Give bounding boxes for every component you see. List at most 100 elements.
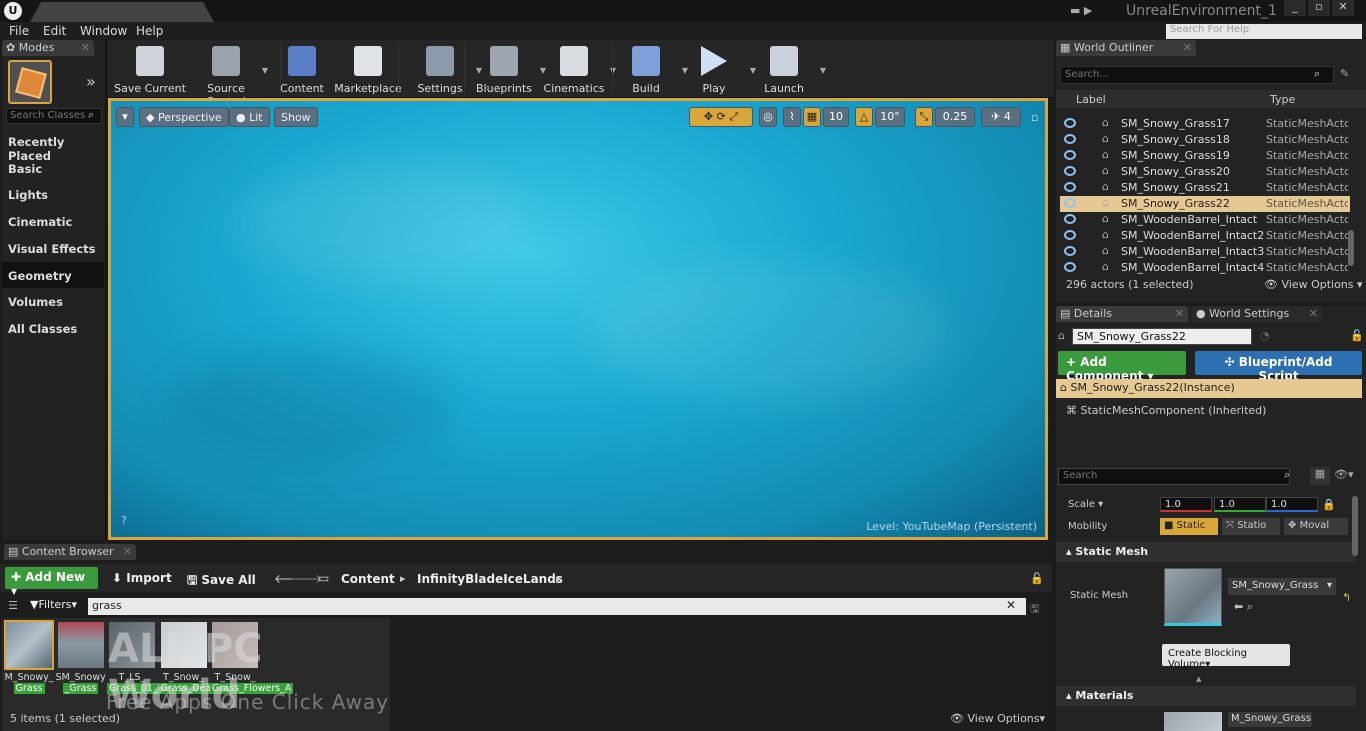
import-button[interactable]: ⬇ Import (112, 571, 172, 585)
material-thumbnail[interactable] (1164, 712, 1222, 731)
scale-snap-icon[interactable]: ⤡ (915, 107, 933, 127)
scale-y-field[interactable]: 1.0 (1214, 497, 1266, 512)
minimize-icon[interactable]: _ (1284, 0, 1306, 16)
maximize-viewport-icon[interactable]: ▫ (1031, 111, 1038, 124)
outliner-row[interactable]: ⌂ SM_WoodenBarrel_Intact4 StaticMeshActor (1060, 260, 1350, 276)
outliner-row[interactable]: ⌂ SM_Snowy_Grass18 StaticMeshActor (1060, 132, 1350, 148)
type-column-header[interactable]: Type (1270, 93, 1295, 106)
details-lock-icon[interactable]: 🔓 (1350, 329, 1364, 342)
asset-thumbnail[interactable] (4, 620, 54, 670)
breadcrumb-infinitybladeicelands[interactable]: InfinityBladeIceLands (417, 572, 563, 586)
blueprint-add-script-button[interactable]: ✣ Blueprint/Add Script (1195, 351, 1362, 383)
perspective-button[interactable]: ◆ Perspective (139, 107, 229, 127)
visibility-eye-icon[interactable] (1064, 150, 1076, 160)
visibility-icon[interactable]: 👁▾ (1334, 468, 1354, 481)
viewport-options-icon[interactable]: ▾ (116, 107, 134, 127)
outliner-row[interactable]: ⌂ SM_Snowy_Grass17 StaticMeshActor (1060, 116, 1350, 132)
scale-z-field[interactable]: 1.0 (1266, 497, 1318, 512)
lit-button[interactable]: ● Lit (229, 107, 270, 127)
outliner-row[interactable]: ⌂ SM_WoodenBarrel_Intact2 StaticMeshActor (1060, 228, 1350, 244)
rotation-snap-value[interactable]: 10° (875, 107, 905, 127)
visibility-eye-icon[interactable] (1064, 246, 1076, 256)
visibility-eye-icon[interactable] (1064, 230, 1076, 240)
outliner-scrollbar[interactable] (1348, 230, 1354, 266)
level-viewport[interactable]: ▾ ◆ Perspective ● Lit Show ✥ ⟳ ⤢ ◎ ⌇ ▦ 1… (108, 98, 1048, 540)
lock-icon[interactable]: 🔓 (1030, 572, 1044, 585)
help-search-input[interactable]: Search For Help (1166, 24, 1362, 39)
mode-category-all-classes[interactable]: All Classes (2, 315, 104, 341)
menu-file[interactable]: File (9, 24, 29, 38)
world-settings-tab[interactable]: ● World Settings ✕ (1192, 306, 1322, 322)
outliner-search-input[interactable]: Search... (1060, 66, 1334, 84)
close-tab-icon[interactable]: ✕ (1309, 307, 1318, 320)
use-selected-icon[interactable]: ⬅ ⌕ (1234, 600, 1253, 614)
filters-button[interactable]: ▼Filters▾ (30, 598, 77, 611)
materials-section-header[interactable]: ▴ Materials (1056, 686, 1356, 706)
add-component-button[interactable]: + Add Component ▾ (1058, 351, 1186, 383)
close-tab-icon[interactable]: ✕ (1175, 307, 1184, 320)
close-tab-icon[interactable]: ✕ (123, 545, 132, 558)
breadcrumb-content[interactable]: Content (341, 572, 395, 586)
scale-x-field[interactable]: 1.0 (1160, 497, 1212, 512)
close-tab-icon[interactable]: ✕ (81, 41, 90, 54)
mobility-stationary-option[interactable]: ⤧ Statio (1222, 518, 1280, 535)
blueprints-button[interactable]: Blueprints ▼ (464, 44, 546, 96)
close-icon[interactable]: ✕ (1332, 0, 1354, 16)
transform-tools-icon[interactable]: ✥ ⟳ ⤢ (689, 107, 753, 127)
static-mesh-thumbnail[interactable] (1164, 568, 1222, 626)
details-scrollbar[interactable] (1352, 496, 1358, 556)
outliner-settings-icon[interactable]: ✎ (1340, 67, 1349, 80)
asset-filter-input[interactable]: grass (88, 598, 1026, 615)
menu-edit[interactable]: Edit (43, 24, 66, 38)
grid-snap-value[interactable]: 10 (823, 107, 849, 127)
mode-category-basic[interactable]: Basic (2, 155, 104, 181)
show-button[interactable]: Show (274, 107, 318, 127)
collapse-icon[interactable]: ▴ (1196, 672, 1202, 685)
help-icon[interactable]: ? (121, 514, 127, 527)
launch-button[interactable]: Launch ▼ (744, 44, 826, 96)
modes-tab[interactable]: ✿ Modes ✕ (2, 40, 94, 56)
asset-thumbnail[interactable] (57, 622, 104, 668)
outliner-row[interactable]: ⌂ SM_WoodenBarrel_Intact StaticMeshActor (1060, 212, 1350, 228)
asset-label[interactable]: SM_Snowy _Grass (56, 672, 106, 694)
instance-row[interactable]: ⌂ SM_Snowy_Grass22(Instance) (1056, 379, 1362, 398)
scale-snap-value[interactable]: 0.25 (935, 107, 975, 127)
static-mesh-dropdown[interactable]: SM_Snowy_Grass ▾ (1228, 578, 1336, 595)
reset-icon[interactable]: ↰ (1342, 591, 1351, 604)
outliner-row[interactable]: ⌂ SM_WoodenBarrel_Intact3 StaticMeshActor (1060, 244, 1350, 260)
details-tab[interactable]: ▤ Details ✕ (1056, 306, 1188, 322)
add-new-button[interactable]: ✚ Add New ▾ (5, 567, 98, 598)
content-browser-tab[interactable]: ▤ Content Browser ✕ (4, 544, 136, 560)
outliner-row[interactable]: ⌂ SM_Snowy_Grass22 StaticMeshActor (1060, 196, 1350, 212)
mode-category-geometry[interactable]: Geometry (2, 261, 104, 288)
editor-tab[interactable] (30, 2, 214, 22)
outliner-row[interactable]: ⌂ SM_Snowy_Grass19 StaticMeshActor (1060, 148, 1350, 164)
mode-category-lights[interactable]: Lights (2, 181, 104, 207)
sources-toggle-icon[interactable]: ☰ (8, 599, 18, 612)
property-matrix-icon[interactable]: ▦ (1310, 467, 1330, 485)
outliner-row[interactable]: ⌂ SM_Snowy_Grass21 StaticMeshActor (1060, 180, 1350, 196)
save-current-button[interactable]: Save Current (110, 44, 190, 96)
visibility-eye-icon[interactable] (1064, 214, 1076, 224)
toolbar-dropdown-icon[interactable]: ▼ (820, 66, 826, 75)
close-tab-icon[interactable]: ✕ (1183, 41, 1192, 54)
static-mesh-section-header[interactable]: ▴ Static Mesh (1056, 542, 1356, 562)
grid-snap-icon[interactable]: ▦ (803, 107, 821, 127)
cinematics-button[interactable]: Cinematics▼ (534, 44, 616, 96)
material-dropdown[interactable]: M_Snowy_Grass (1228, 712, 1312, 727)
component-row[interactable]: ⌘ StaticMeshComponent (Inherited) (1066, 404, 1266, 417)
camera-speed-button[interactable]: ✈ 4 (981, 107, 1021, 127)
menu-window[interactable]: Window (80, 24, 127, 38)
visibility-eye-icon[interactable] (1064, 166, 1076, 176)
scale-lock-icon[interactable]: 🔒 (1322, 498, 1336, 511)
label-column-header[interactable]: Label (1076, 93, 1106, 106)
play-button[interactable]: Play ▼ (674, 44, 756, 96)
notification-icon[interactable]: ▬ ▶ (1070, 4, 1092, 17)
mobility-movable-option[interactable]: ✥ Moval (1284, 518, 1348, 535)
save-all-button[interactable]: 🖫 Save All (187, 571, 256, 592)
actor-name-field[interactable]: SM_Snowy_Grass22 (1072, 328, 1252, 345)
outliner-row[interactable]: ⌂ SM_Snowy_Grass20 StaticMeshActor (1060, 164, 1350, 180)
visibility-eye-icon[interactable] (1064, 118, 1076, 128)
surface-snap-icon[interactable]: ⌇ (783, 107, 801, 127)
expand-modes-icon[interactable]: » (86, 72, 96, 91)
